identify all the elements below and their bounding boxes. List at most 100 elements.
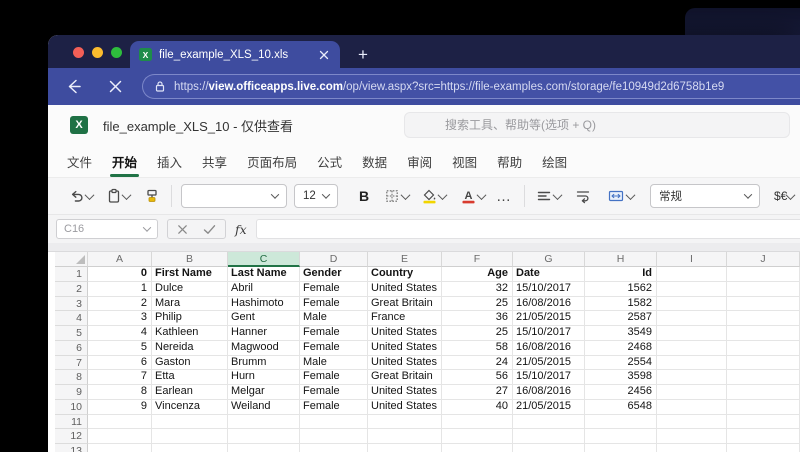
new-tab-button[interactable]: + <box>353 45 373 65</box>
cell-G12[interactable] <box>513 429 585 444</box>
ribbon-tab-share[interactable]: 共享 <box>202 145 227 177</box>
currency-format-button[interactable]: $€ <box>774 184 787 208</box>
cell-A4[interactable]: 3 <box>88 311 152 326</box>
cell-A8[interactable]: 7 <box>88 370 152 385</box>
cell-J11[interactable] <box>727 414 800 430</box>
column-header-F[interactable]: F <box>442 252 513 267</box>
select-all-button[interactable] <box>55 252 88 267</box>
font-color-dropdown-icon[interactable] <box>476 189 487 200</box>
cell-C1[interactable]: Last Name <box>228 267 300 282</box>
cell-G8[interactable]: 15/10/2017 <box>513 370 585 385</box>
cell-J1[interactable] <box>727 267 800 282</box>
ribbon-tab-review[interactable]: 审阅 <box>407 145 432 177</box>
column-header-H[interactable]: H <box>585 252 657 267</box>
cell-A2[interactable]: 1 <box>88 281 152 297</box>
cell-F1[interactable]: Age <box>442 267 513 282</box>
fill-color-dropdown-icon[interactable] <box>437 189 448 200</box>
align-dropdown-icon[interactable] <box>552 189 563 200</box>
cell-I12[interactable] <box>657 429 727 444</box>
merge-cells-icon[interactable] <box>605 184 627 208</box>
cell-J12[interactable] <box>727 429 800 444</box>
cell-E12[interactable] <box>368 429 442 444</box>
lock-icon[interactable] <box>154 80 166 93</box>
cell-H7[interactable]: 2554 <box>585 355 657 371</box>
cell-A7[interactable]: 6 <box>88 355 152 371</box>
cell-I5[interactable] <box>657 326 727 341</box>
row-header-2[interactable]: 2 <box>55 281 88 297</box>
cell-F8[interactable]: 56 <box>442 370 513 385</box>
cell-F12[interactable] <box>442 429 513 444</box>
cell-G10[interactable]: 21/05/2015 <box>513 399 585 415</box>
cell-E9[interactable]: United States <box>368 385 442 400</box>
cell-J6[interactable] <box>727 340 800 356</box>
cell-G13[interactable] <box>513 444 585 452</box>
borders-dropdown-icon[interactable] <box>400 189 411 200</box>
cell-J5[interactable] <box>727 326 800 341</box>
cell-C4[interactable]: Gent <box>228 311 300 326</box>
cell-E7[interactable]: United States <box>368 355 442 371</box>
cell-E5[interactable]: United States <box>368 326 442 341</box>
cell-B8[interactable]: Etta <box>152 370 228 385</box>
cell-B13[interactable] <box>152 444 228 452</box>
cell-B5[interactable]: Kathleen <box>152 326 228 341</box>
cell-D6[interactable]: Female <box>300 340 368 356</box>
cell-J13[interactable] <box>727 444 800 452</box>
cell-H6[interactable]: 2468 <box>585 340 657 356</box>
cell-C9[interactable]: Melgar <box>228 385 300 400</box>
cell-J10[interactable] <box>727 399 800 415</box>
ribbon-tab-help[interactable]: 帮助 <box>497 145 522 177</box>
row-header-6[interactable]: 6 <box>55 340 88 356</box>
cell-C3[interactable]: Hashimoto <box>228 296 300 312</box>
row-header-10[interactable]: 10 <box>55 399 88 415</box>
cell-G4[interactable]: 21/05/2015 <box>513 311 585 326</box>
cell-I13[interactable] <box>657 444 727 452</box>
cell-C10[interactable]: Weiland <box>228 399 300 415</box>
cell-F5[interactable]: 25 <box>442 326 513 341</box>
align-icon[interactable] <box>534 184 554 208</box>
address-bar[interactable]: https://view.officeapps.live.com/op/view… <box>142 74 800 99</box>
cell-C13[interactable] <box>228 444 300 452</box>
ribbon-tab-home[interactable]: 开始 <box>110 145 140 177</box>
ribbon-tab-insert[interactable]: 插入 <box>157 145 182 177</box>
cell-H2[interactable]: 1562 <box>585 281 657 297</box>
cell-E11[interactable] <box>368 414 442 430</box>
font-color-icon[interactable]: A <box>458 184 478 208</box>
cell-J9[interactable] <box>727 385 800 400</box>
cell-D2[interactable]: Female <box>300 281 368 297</box>
cell-F10[interactable]: 40 <box>442 399 513 415</box>
cell-E6[interactable]: United States <box>368 340 442 356</box>
name-box[interactable]: C16 <box>56 219 158 239</box>
cell-I4[interactable] <box>657 311 727 326</box>
cell-B11[interactable] <box>152 414 228 430</box>
cell-D13[interactable] <box>300 444 368 452</box>
column-header-G[interactable]: G <box>513 252 585 267</box>
cell-I7[interactable] <box>657 355 727 371</box>
ribbon-tab-file[interactable]: 文件 <box>67 145 92 177</box>
search-input[interactable] <box>405 113 789 137</box>
enter-icon[interactable] <box>203 224 216 235</box>
cell-D11[interactable] <box>300 414 368 430</box>
font-name-select[interactable] <box>181 184 287 208</box>
cell-I1[interactable] <box>657 267 727 282</box>
cell-F7[interactable]: 24 <box>442 355 513 371</box>
cell-H12[interactable] <box>585 429 657 444</box>
cell-H1[interactable]: Id <box>585 267 657 282</box>
currency-dropdown-icon[interactable] <box>785 189 796 200</box>
column-header-D[interactable]: D <box>300 252 368 267</box>
row-header-7[interactable]: 7 <box>55 355 88 371</box>
cancel-icon[interactable] <box>177 224 188 235</box>
cell-D4[interactable]: Male <box>300 311 368 326</box>
column-header-E[interactable]: E <box>368 252 442 267</box>
cell-C2[interactable]: Abril <box>228 281 300 297</box>
row-header-4[interactable]: 4 <box>55 311 88 326</box>
cell-H3[interactable]: 1582 <box>585 296 657 312</box>
cell-G5[interactable]: 15/10/2017 <box>513 326 585 341</box>
row-header-3[interactable]: 3 <box>55 296 88 312</box>
cell-I9[interactable] <box>657 385 727 400</box>
cell-F4[interactable]: 36 <box>442 311 513 326</box>
cell-C5[interactable]: Hanner <box>228 326 300 341</box>
cell-I11[interactable] <box>657 414 727 430</box>
cell-E2[interactable]: United States <box>368 281 442 297</box>
column-header-J[interactable]: J <box>727 252 800 267</box>
cell-D8[interactable]: Female <box>300 370 368 385</box>
